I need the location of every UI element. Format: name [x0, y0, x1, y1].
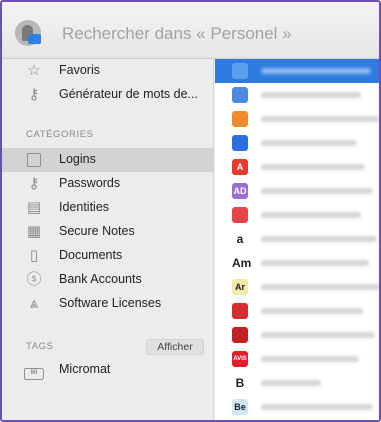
login-icon: [24, 150, 44, 170]
app-icon: ⩓: [29, 295, 39, 312]
item-icon: A: [232, 159, 248, 175]
item-icon: a: [232, 231, 248, 247]
sidebar-item-label: Bank Accounts: [59, 272, 142, 286]
sidebar-item-label: Identities: [59, 200, 110, 214]
item-icon: [232, 207, 248, 223]
redacted-item-title: [261, 308, 363, 314]
sidebar-item-software-licenses[interactable]: ⩓ Software Licenses: [2, 292, 214, 316]
sidebar-item-label: Secure Notes: [59, 224, 135, 238]
sidebar-item-label: Passwords: [59, 176, 121, 190]
item-list: A AD a Am Ar AVIS B Be: [215, 59, 379, 420]
item-icon: [232, 135, 248, 151]
sidebar-item-label: Software Licenses: [59, 296, 162, 310]
item-icon: Ar: [232, 279, 248, 295]
redacted-item-title: [261, 236, 377, 242]
sidebar-item-label: Favoris: [59, 63, 100, 77]
sidebar-item-documents[interactable]: ▯ Documents: [2, 244, 214, 268]
redacted-item-title: [261, 212, 361, 218]
list-item[interactable]: [215, 203, 379, 227]
list-item[interactable]: a: [215, 227, 379, 251]
redacted-item-title: [261, 92, 361, 98]
redacted-item-title: [261, 68, 371, 74]
item-icon: B: [232, 375, 248, 391]
list-item[interactable]: [215, 299, 379, 323]
redacted-item-title: [261, 188, 373, 194]
list-item[interactable]: Be: [215, 395, 379, 419]
sidebar-item-bank-accounts[interactable]: ⓢ Bank Accounts: [2, 268, 214, 292]
list-item[interactable]: B: [215, 371, 379, 395]
sidebar-item-tag-micromat[interactable]: MI Micromat: [2, 358, 214, 382]
redacted-item-title: [261, 380, 321, 386]
key-icon: ⚷: [28, 86, 40, 103]
key-icon: ⚷: [28, 175, 40, 192]
sidebar-item-secure-notes[interactable]: ▦ Secure Notes: [2, 220, 214, 244]
redacted-item-title: [261, 356, 359, 362]
list-item[interactable]: AD: [215, 179, 379, 203]
sidebar-item-label: Micromat: [59, 362, 111, 376]
list-item[interactable]: Ar: [215, 275, 379, 299]
tag-icon: MI: [24, 360, 44, 380]
sidebar: ☆ Favoris ⚷ Générateur de mots de... CAT…: [2, 59, 214, 420]
list-item[interactable]: [215, 83, 379, 107]
item-icon: Be: [232, 399, 248, 415]
redacted-item-title: [261, 140, 357, 146]
redacted-item-title: [261, 284, 379, 290]
sidebar-item-label: Documents: [59, 248, 123, 262]
redacted-item-title: [261, 404, 373, 410]
redacted-item-title: [261, 260, 369, 266]
search-input[interactable]: Rechercher dans « Personel »: [62, 24, 292, 44]
item-icon: Am: [232, 255, 252, 271]
list-item[interactable]: A: [215, 155, 379, 179]
list-item[interactable]: [215, 323, 379, 347]
item-icon: AVIS: [232, 351, 248, 367]
list-item[interactable]: [215, 107, 379, 131]
sidebar-item-logins[interactable]: Logins: [2, 148, 214, 172]
item-icon: [232, 63, 248, 79]
tags-show-button[interactable]: Afficher: [146, 339, 204, 355]
id-card-icon: ▤: [26, 199, 42, 216]
sidebar-item-passwords[interactable]: ⚷ Passwords: [2, 172, 214, 196]
star-icon: ☆: [27, 62, 41, 79]
app-window: Rechercher dans « Personel » ☆ Favoris ⚷…: [0, 0, 381, 422]
vault-icon[interactable]: [15, 20, 41, 46]
sidebar-item-identities[interactable]: ▤ Identities: [2, 196, 214, 220]
redacted-item-title: [261, 332, 375, 338]
redacted-item-title: [261, 164, 365, 170]
list-item[interactable]: [215, 131, 379, 155]
item-icon: AD: [232, 183, 248, 199]
item-icon: [232, 303, 248, 319]
item-icon: [232, 111, 248, 127]
categories-title: CATÉGORIES: [26, 129, 94, 140]
list-item[interactable]: AVIS: [215, 347, 379, 371]
list-item[interactable]: Am: [215, 251, 379, 275]
search-header: Rechercher dans « Personel »: [2, 2, 379, 59]
list-item[interactable]: [215, 59, 379, 83]
tags-title: TAGS: [26, 341, 54, 352]
redacted-item-title: [261, 116, 379, 122]
item-icon: [232, 327, 248, 343]
document-icon: ▯: [29, 247, 39, 264]
sidebar-item-label: Générateur de mots de...: [59, 87, 198, 101]
sidebar-item-favoris[interactable]: ☆ Favoris: [2, 59, 214, 83]
item-icon: [232, 87, 248, 103]
note-icon: ▦: [26, 223, 42, 240]
sidebar-item-password-generator[interactable]: ⚷ Générateur de mots de...: [2, 83, 214, 107]
sidebar-item-label: Logins: [59, 152, 96, 166]
dollar-icon: ⓢ: [26, 271, 42, 288]
